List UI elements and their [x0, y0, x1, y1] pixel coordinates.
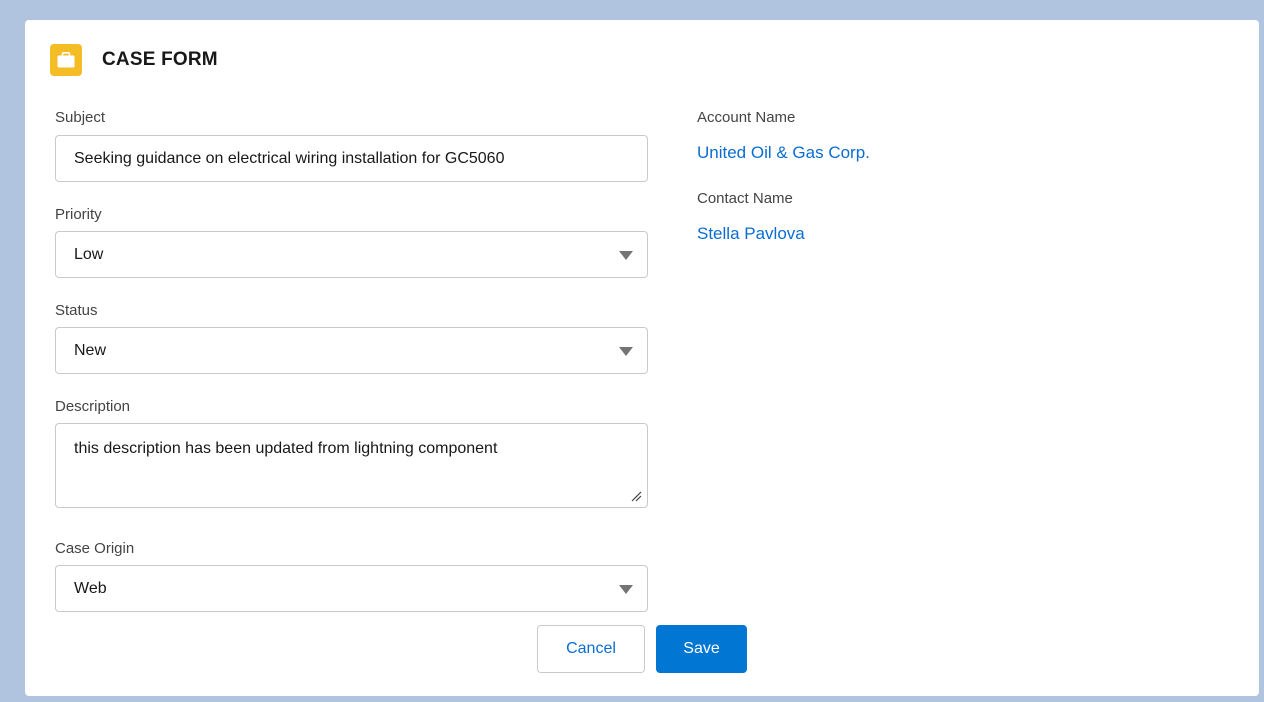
- status-value: New: [74, 342, 107, 359]
- subject-input[interactable]: Seeking guidance on electrical wiring in…: [55, 135, 648, 182]
- priority-select[interactable]: Low: [55, 231, 648, 278]
- description-label: Description: [55, 398, 131, 415]
- case-briefcase-icon: [50, 44, 82, 76]
- cancel-button[interactable]: Cancel: [537, 625, 645, 673]
- account-name-label: Account Name: [697, 109, 796, 126]
- description-value: this description has been updated from l…: [74, 440, 498, 457]
- chevron-down-icon: [619, 347, 633, 356]
- description-textarea[interactable]: this description has been updated from l…: [55, 423, 648, 508]
- case-origin-select[interactable]: Web: [55, 565, 648, 612]
- save-button[interactable]: Save: [656, 625, 747, 673]
- priority-label: Priority: [55, 206, 102, 223]
- status-select[interactable]: New: [55, 327, 648, 374]
- form-title: CASE FORM: [102, 49, 218, 70]
- chevron-down-icon: [619, 585, 633, 594]
- status-label: Status: [55, 302, 98, 319]
- subject-value: Seeking guidance on electrical wiring in…: [74, 150, 505, 167]
- contact-name-label: Contact Name: [697, 190, 793, 207]
- form-header: CASE FORM: [50, 44, 218, 76]
- subject-label: Subject: [55, 109, 106, 126]
- priority-value: Low: [74, 246, 104, 263]
- case-form-card: CASE FORM Subject Seeking guidance on el…: [25, 20, 1259, 696]
- case-origin-label: Case Origin: [55, 540, 135, 557]
- resize-grip-icon[interactable]: [630, 490, 642, 502]
- contact-name-link[interactable]: Stella Pavlova: [697, 224, 805, 244]
- case-origin-value: Web: [74, 580, 107, 597]
- chevron-down-icon: [619, 251, 633, 260]
- account-name-link[interactable]: United Oil & Gas Corp.: [697, 143, 870, 163]
